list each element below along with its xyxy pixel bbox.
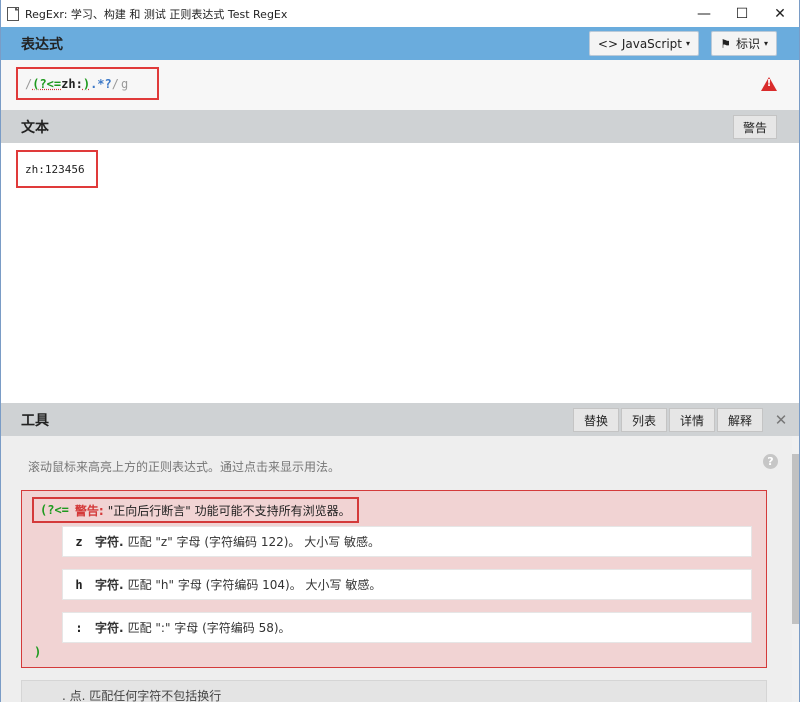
text-header: 文本 警告 [1,110,799,143]
tools-scrollbar[interactable] [792,436,799,702]
warning-token: (?<= [40,503,69,517]
lookbehind-warning: (?<= 警告: "正向后行断言" 功能可能不支持所有浏览器。 [32,497,359,523]
flags-button[interactable]: ⚑ 标识 ▾ [711,31,777,56]
explain-token: h [75,577,83,592]
regex-open-slash: / [25,76,33,91]
tools-hint: 滚动鼠标来高亮上方的正则表达式。通过点击来显示用法。 [28,460,341,474]
help-icon[interactable]: ? [763,454,778,469]
regex-close-paren-token[interactable]: ) [83,77,90,91]
expression-title: 表达式 [21,36,63,53]
explain-row[interactable]: : 字符. 匹配 ":" 字母 (字符编码 58)。 [62,612,752,643]
close-button[interactable]: ✕ [761,0,799,27]
window-title: RegExr: 学习、构建 和 测试 正则表达式 Test RegEx [25,7,288,21]
warning-label: 警告: [74,503,104,518]
explain-token: : [75,620,83,635]
regexr-window: RegExr: 学习、构建 和 测试 正则表达式 Test RegEx — ☐ … [0,0,800,702]
explain-row[interactable]: z 字符. 匹配 "z" 字母 (字符编码 122)。 大小写 敏感。 [62,526,752,557]
explain-group-lookbehind[interactable]: (?<= 警告: "正向后行断言" 功能可能不支持所有浏览器。 z 字符. 匹配… [21,490,767,668]
tab-details[interactable]: 详情 [668,408,715,432]
regex-lookbehind-token[interactable]: (?<= [32,77,61,91]
flag-icon: ⚑ [720,36,731,51]
flags-label: 标识 [735,37,760,51]
tab-explain[interactable]: 解释 [716,408,763,432]
regex-close-slash: / [111,76,119,91]
app-icon [7,6,19,21]
explain-type: 字符. [95,578,124,592]
flavor-label: <> JavaScript [597,36,682,51]
title-bar: RegExr: 学习、构建 和 测试 正则表达式 Test RegEx — ☐ … [1,0,799,27]
test-text-editor[interactable]: zh:123456 [1,143,799,403]
regex-flag[interactable]: g [121,77,128,91]
explain-token: z [75,534,83,549]
explain-description: 匹配 ":" 字母 (字符编码 58)。 [127,621,291,635]
explain-row-dot[interactable]: . 点. 匹配任何字符不包括换行 [21,680,767,702]
expression-header: 表达式 <> JavaScript ▾ ⚑ 标识 ▾ [1,27,799,60]
regex-input[interactable]: / (?<= zh: ) .*? / g [16,67,159,100]
test-text-content[interactable]: zh:123456 [16,150,98,188]
explain-description: 匹配 "h" 字母 (字符编码 104)。 大小写 敏感。 [127,578,382,592]
chevron-down-icon: ▾ [763,39,768,48]
explain-row[interactable]: h 字符. 匹配 "h" 字母 (字符编码 104)。 大小写 敏感。 [62,569,752,600]
regex-literal-token[interactable]: zh: [61,77,83,91]
explain-close-paren: ) [34,645,42,659]
explain-type: 字符. [95,621,124,635]
explain-type: 字符. [95,535,124,549]
tools-content: 滚动鼠标来高亮上方的正则表达式。通过点击来显示用法。 ? (?<= 警告: "正… [1,436,794,702]
tab-list[interactable]: 列表 [620,408,667,432]
tools-header: 工具 替换 列表 详情 解释 ✕ [1,403,799,436]
warning-message: "正向后行断言" 功能可能不支持所有浏览器。 [107,503,351,518]
chevron-down-icon: ▾ [685,39,690,48]
explain-description: 匹配 "z" 字母 (字符编码 122)。 大小写 敏感。 [127,535,381,549]
scrollbar-thumb[interactable] [792,454,799,624]
tab-replace[interactable]: 替换 [572,408,619,432]
flavor-button[interactable]: <> JavaScript ▾ [588,31,699,56]
alert-button[interactable]: 警告 [732,115,777,139]
minimize-button[interactable]: — [685,0,723,27]
expression-editor[interactable]: / (?<= zh: ) .*? / g [1,60,799,110]
maximize-button[interactable]: ☐ [723,0,761,27]
warning-icon[interactable] [761,77,777,91]
regex-any-token[interactable]: .*? [90,77,112,91]
tools-close-icon[interactable]: ✕ [767,408,795,432]
tools-title: 工具 [21,412,49,429]
text-title: 文本 [21,119,49,136]
